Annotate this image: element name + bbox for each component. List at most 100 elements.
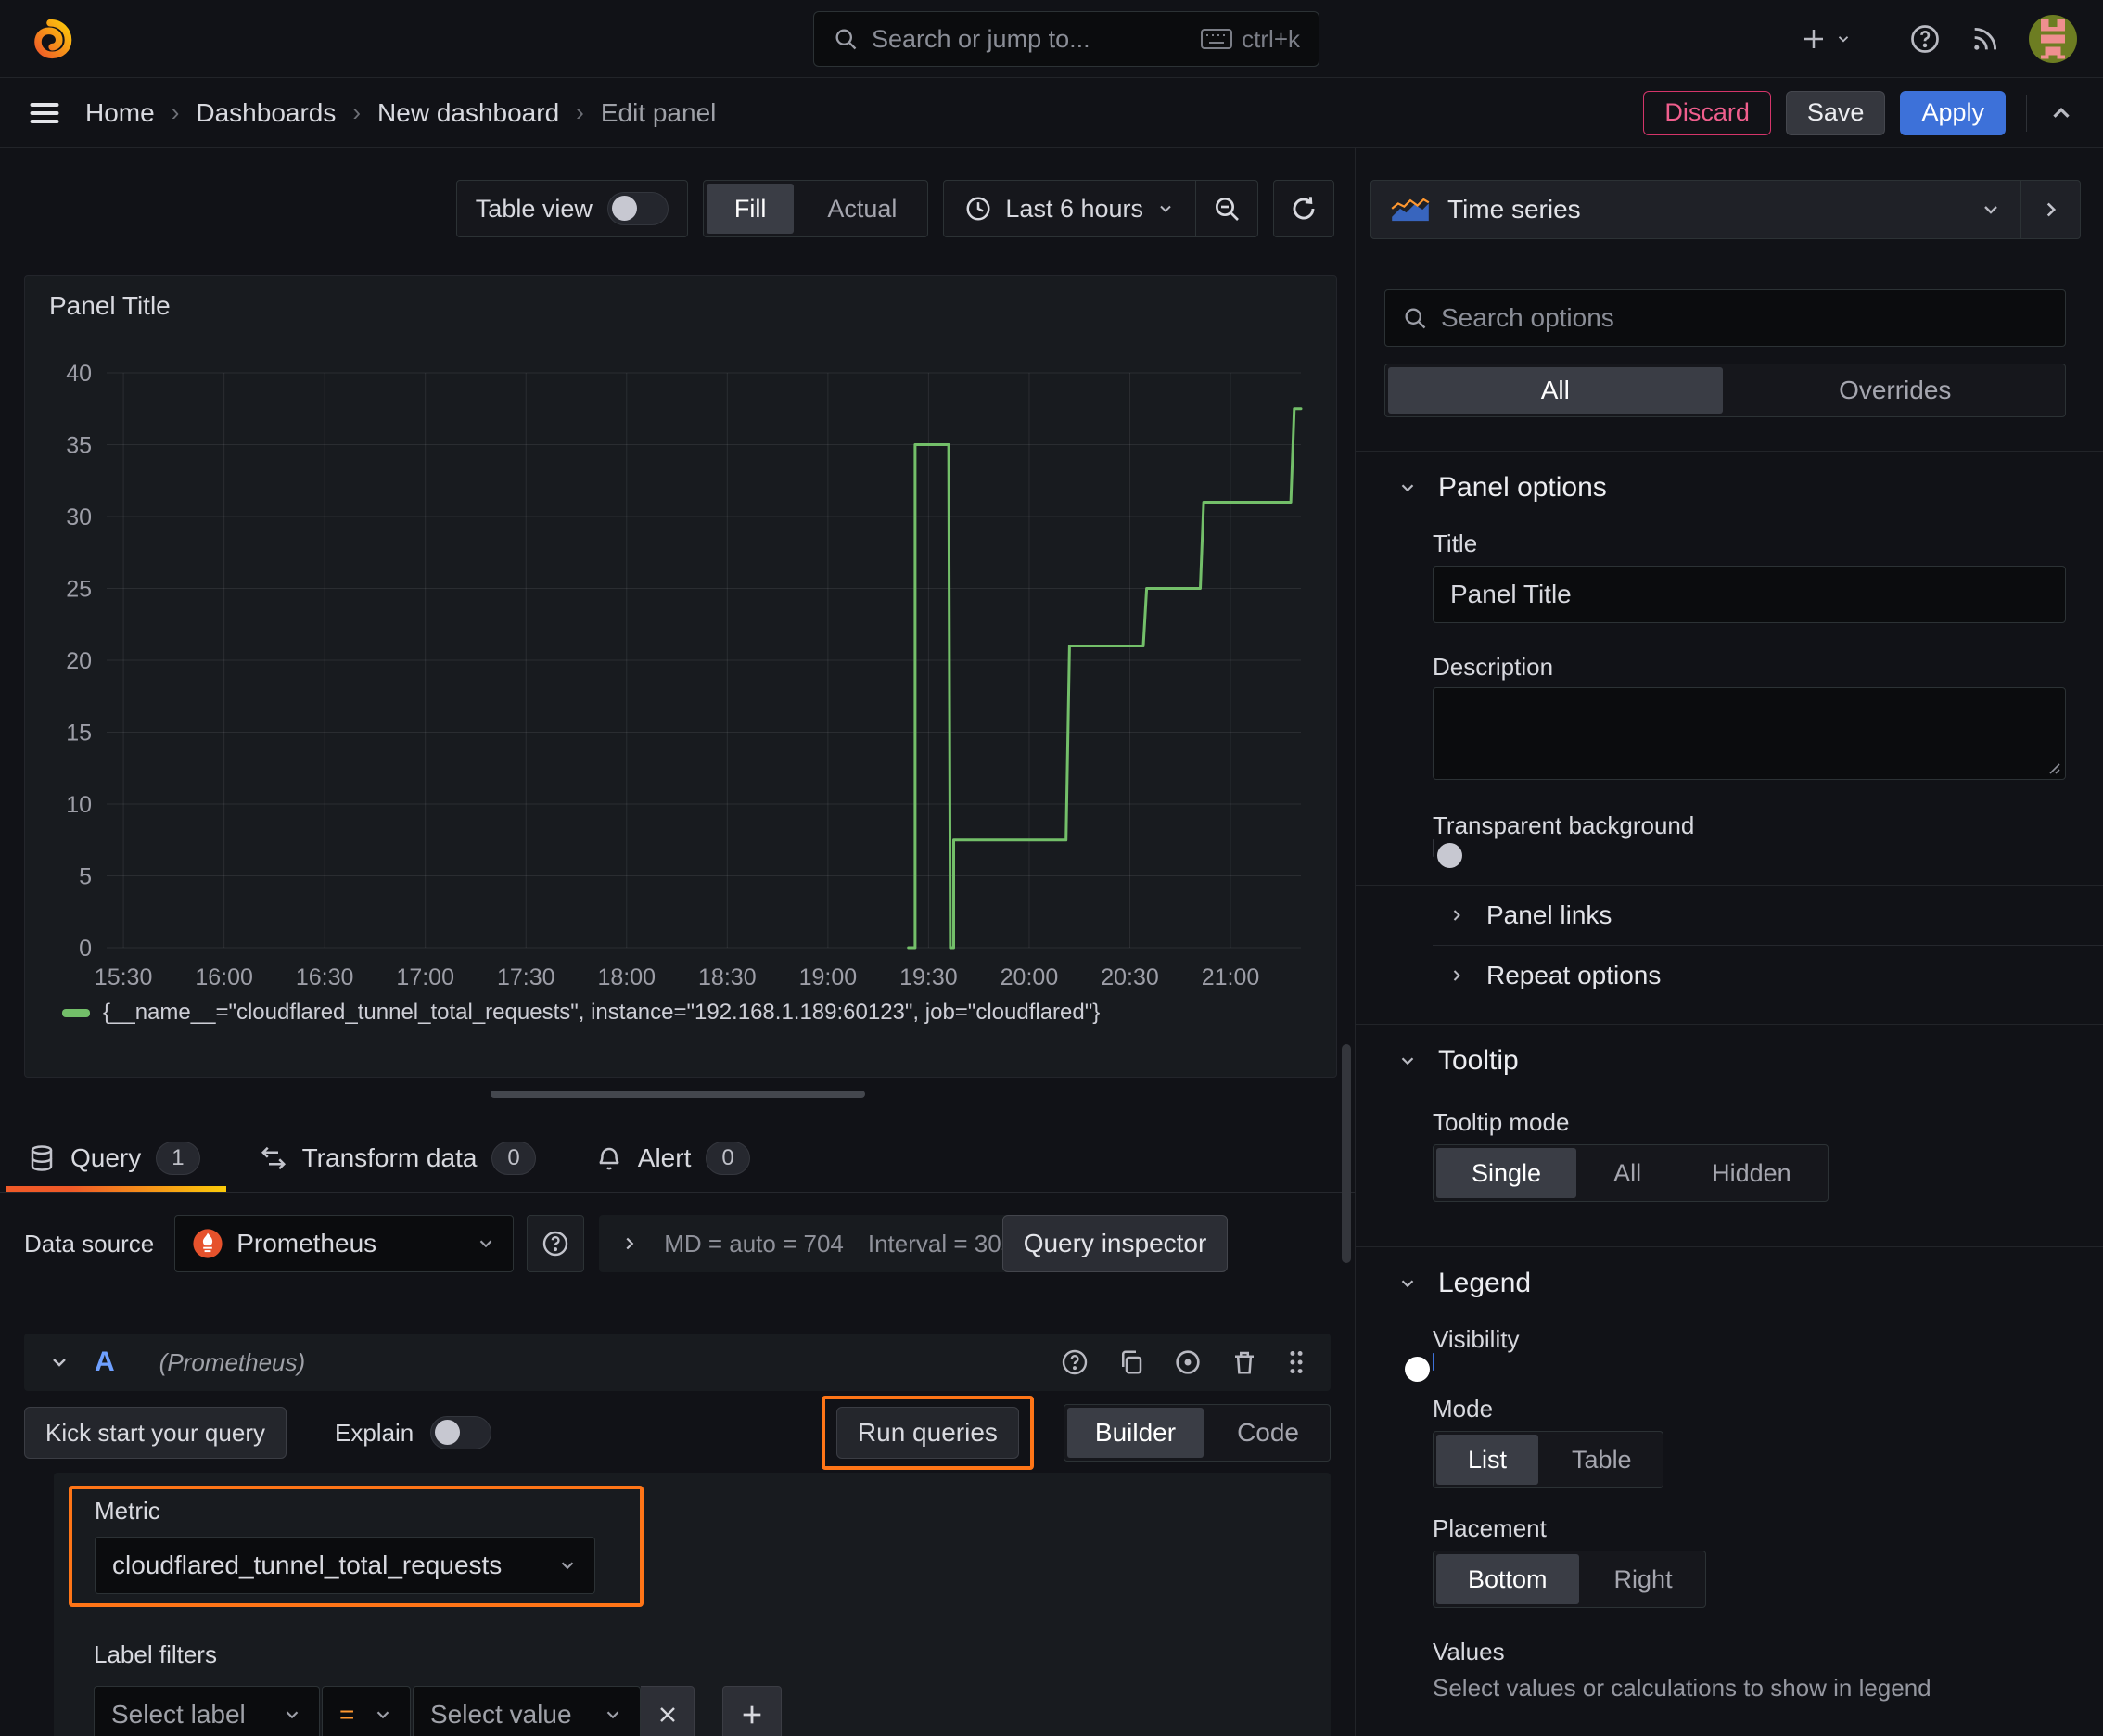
expand-options-icon[interactable] <box>619 1233 640 1254</box>
help-button[interactable] <box>1908 22 1942 56</box>
chevron-right-icon <box>1447 906 1466 925</box>
prometheus-icon <box>193 1229 223 1258</box>
chevron-down-icon <box>557 1555 578 1576</box>
user-avatar[interactable] <box>2029 14 2077 63</box>
time-range-picker[interactable]: Last 6 hours <box>944 195 1195 223</box>
grafana-logo[interactable] <box>26 15 74 63</box>
query-row-header[interactable]: A (Prometheus) <box>24 1334 1331 1391</box>
tab-overrides[interactable]: Overrides <box>1728 367 2063 414</box>
duplicate-query-icon[interactable] <box>1117 1348 1145 1376</box>
explain-toggle[interactable] <box>430 1416 492 1449</box>
transparent-bg-toggle[interactable] <box>1433 839 1462 868</box>
select-label-dropdown[interactable]: Select label <box>94 1686 320 1736</box>
repeat-options-section[interactable]: Repeat options <box>1447 946 2103 1005</box>
collapse-options-button[interactable] <box>2047 99 2075 127</box>
svg-text:20:00: 20:00 <box>1001 964 1059 990</box>
viz-select[interactable]: Time series <box>1371 195 2020 224</box>
legend-visibility-toggle[interactable] <box>1405 1353 1434 1382</box>
panel-options-pane: Time series Search options All Overrides <box>1356 148 2103 1736</box>
add-new-button[interactable] <box>1800 25 1852 53</box>
svg-text:10: 10 <box>66 792 92 818</box>
global-search-input[interactable]: Search or jump to... ctrl+k <box>813 11 1319 67</box>
options-search-input[interactable]: Search options <box>1384 289 2066 347</box>
breadcrumb-home[interactable]: Home <box>85 98 155 128</box>
panel-resize-handle[interactable] <box>490 1091 865 1098</box>
select-value-dropdown[interactable]: Select value <box>413 1686 641 1736</box>
menu-toggle-button[interactable] <box>28 99 61 127</box>
chart-legend: {__name__="cloudflared_tunnel_total_requ… <box>62 1000 1336 1026</box>
metric-select[interactable]: cloudflared_tunnel_total_requests <box>95 1537 595 1594</box>
visualization-picker: Time series <box>1370 180 2081 239</box>
tooltip-section[interactable]: Tooltip <box>1356 1045 2103 1077</box>
alert-count-badge: 0 <box>706 1142 750 1175</box>
panel-options-section[interactable]: Panel options <box>1356 472 2103 504</box>
placement-right-option[interactable]: Right <box>1585 1554 1702 1604</box>
svg-text:20: 20 <box>66 648 92 674</box>
top-nav: Search or jump to... ctrl+k <box>0 0 2103 78</box>
transform-icon <box>260 1144 287 1172</box>
panel-title[interactable]: Panel Title <box>25 276 1336 321</box>
description-textarea[interactable] <box>1433 687 2066 780</box>
tab-transform[interactable]: Transform data 0 <box>260 1142 536 1192</box>
save-button[interactable]: Save <box>1785 90 1886 135</box>
tooltip-hidden-option[interactable]: Hidden <box>1678 1148 1825 1198</box>
breadcrumb-separator: › <box>352 98 362 126</box>
tooltip-single-option[interactable]: Single <box>1436 1148 1577 1198</box>
legend-label[interactable]: {__name__="cloudflared_tunnel_total_requ… <box>103 1000 1100 1026</box>
search-placeholder: Search or jump to... <box>872 24 1090 53</box>
tab-all[interactable]: All <box>1388 367 1723 414</box>
timeseries-chart[interactable]: 0 5 10 15 20 25 30 35 40 15:30 16:00 16:30 17:00 17:3… <box>47 362 1308 992</box>
chevron-down-icon <box>1397 478 1418 498</box>
tab-query[interactable]: Query 1 <box>6 1142 226 1192</box>
tooltip-all-option[interactable]: All <box>1582 1148 1673 1198</box>
drag-handle-icon[interactable] <box>1286 1348 1306 1376</box>
panel-links-section[interactable]: Panel links <box>1447 886 2103 945</box>
hide-response-icon[interactable] <box>1173 1347 1203 1377</box>
chevron-down-icon[interactable] <box>48 1351 70 1373</box>
query-help-icon[interactable] <box>1060 1347 1090 1377</box>
transparent-bg-label: Transparent background <box>1433 811 1695 839</box>
code-option[interactable]: Code <box>1209 1408 1327 1458</box>
svg-text:15:30: 15:30 <box>95 964 153 990</box>
tooltip-mode-label: Tooltip mode <box>1433 1108 1570 1136</box>
refresh-button[interactable] <box>1273 180 1334 237</box>
operator-dropdown[interactable]: = <box>322 1686 411 1736</box>
panel-title-input[interactable]: Panel Title <box>1433 566 2066 623</box>
news-button[interactable] <box>1969 23 2001 55</box>
clock-icon <box>966 197 990 221</box>
apply-button[interactable]: Apply <box>1900 90 2006 135</box>
datasource-name: Prometheus <box>236 1229 377 1257</box>
builder-option[interactable]: Builder <box>1066 1408 1204 1458</box>
datasource-picker[interactable]: Prometheus <box>174 1215 515 1272</box>
table-view-toggle[interactable] <box>606 192 669 225</box>
mode-table-option[interactable]: Table <box>1544 1435 1660 1485</box>
keyboard-icon <box>1201 29 1233 49</box>
fill-option[interactable]: Fill <box>706 184 795 234</box>
placement-bottom-option[interactable]: Bottom <box>1436 1554 1579 1604</box>
delete-query-icon[interactable] <box>1230 1348 1258 1376</box>
breadcrumb-dashboards[interactable]: Dashboards <box>196 98 336 128</box>
breadcrumb-new-dashboard[interactable]: New dashboard <box>377 98 559 128</box>
add-filter-button[interactable] <box>722 1686 782 1736</box>
zoom-out-button[interactable] <box>1196 181 1257 236</box>
builder-code-segment: Builder Code <box>1063 1404 1331 1462</box>
legend-section[interactable]: Legend <box>1356 1268 2103 1299</box>
datasource-help-button[interactable] <box>527 1215 585 1272</box>
transform-count-badge: 0 <box>491 1142 536 1175</box>
tab-alert[interactable]: Alert 0 <box>595 1142 750 1192</box>
database-icon <box>28 1144 56 1172</box>
query-inspector-button[interactable]: Query inspector <box>1001 1215 1229 1272</box>
timeseries-viz-icon <box>1391 198 1430 222</box>
discard-button[interactable]: Discard <box>1643 90 1771 135</box>
legend-swatch[interactable] <box>62 1008 90 1017</box>
explain-label: Explain <box>334 1418 414 1447</box>
kickstart-button[interactable]: Kick start your query <box>24 1407 287 1459</box>
mode-list-option[interactable]: List <box>1436 1435 1539 1485</box>
viz-suggestions-button[interactable] <box>2020 181 2080 238</box>
run-queries-button[interactable]: Run queries <box>835 1407 1019 1459</box>
actual-option[interactable]: Actual <box>799 184 924 234</box>
scrollbar-thumb[interactable] <box>1342 1044 1351 1263</box>
remove-filter-button[interactable] <box>641 1686 695 1736</box>
svg-text:19:30: 19:30 <box>899 964 958 990</box>
section-divider <box>1356 1024 2103 1025</box>
